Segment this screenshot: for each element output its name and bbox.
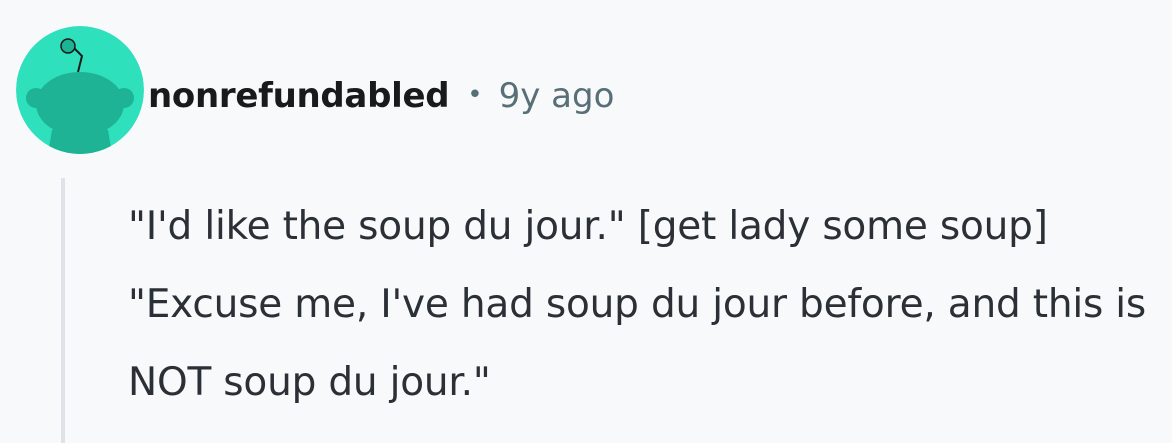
thread-collapse-line[interactable] [61,178,65,443]
comment: nonrefundabled • 9y ago "I'd like the so… [0,0,1172,443]
meta-separator: • [467,80,483,110]
comment-body: "I'd like the soup du jour." [get lady s… [128,204,1147,405]
comment-timestamp[interactable]: 9y ago [499,76,615,116]
comment-header: nonrefundabled • 9y ago [148,64,614,128]
user-avatar[interactable] [16,26,144,154]
username-link[interactable]: nonrefundabled [148,76,450,116]
snoo-avatar-icon [16,26,144,154]
